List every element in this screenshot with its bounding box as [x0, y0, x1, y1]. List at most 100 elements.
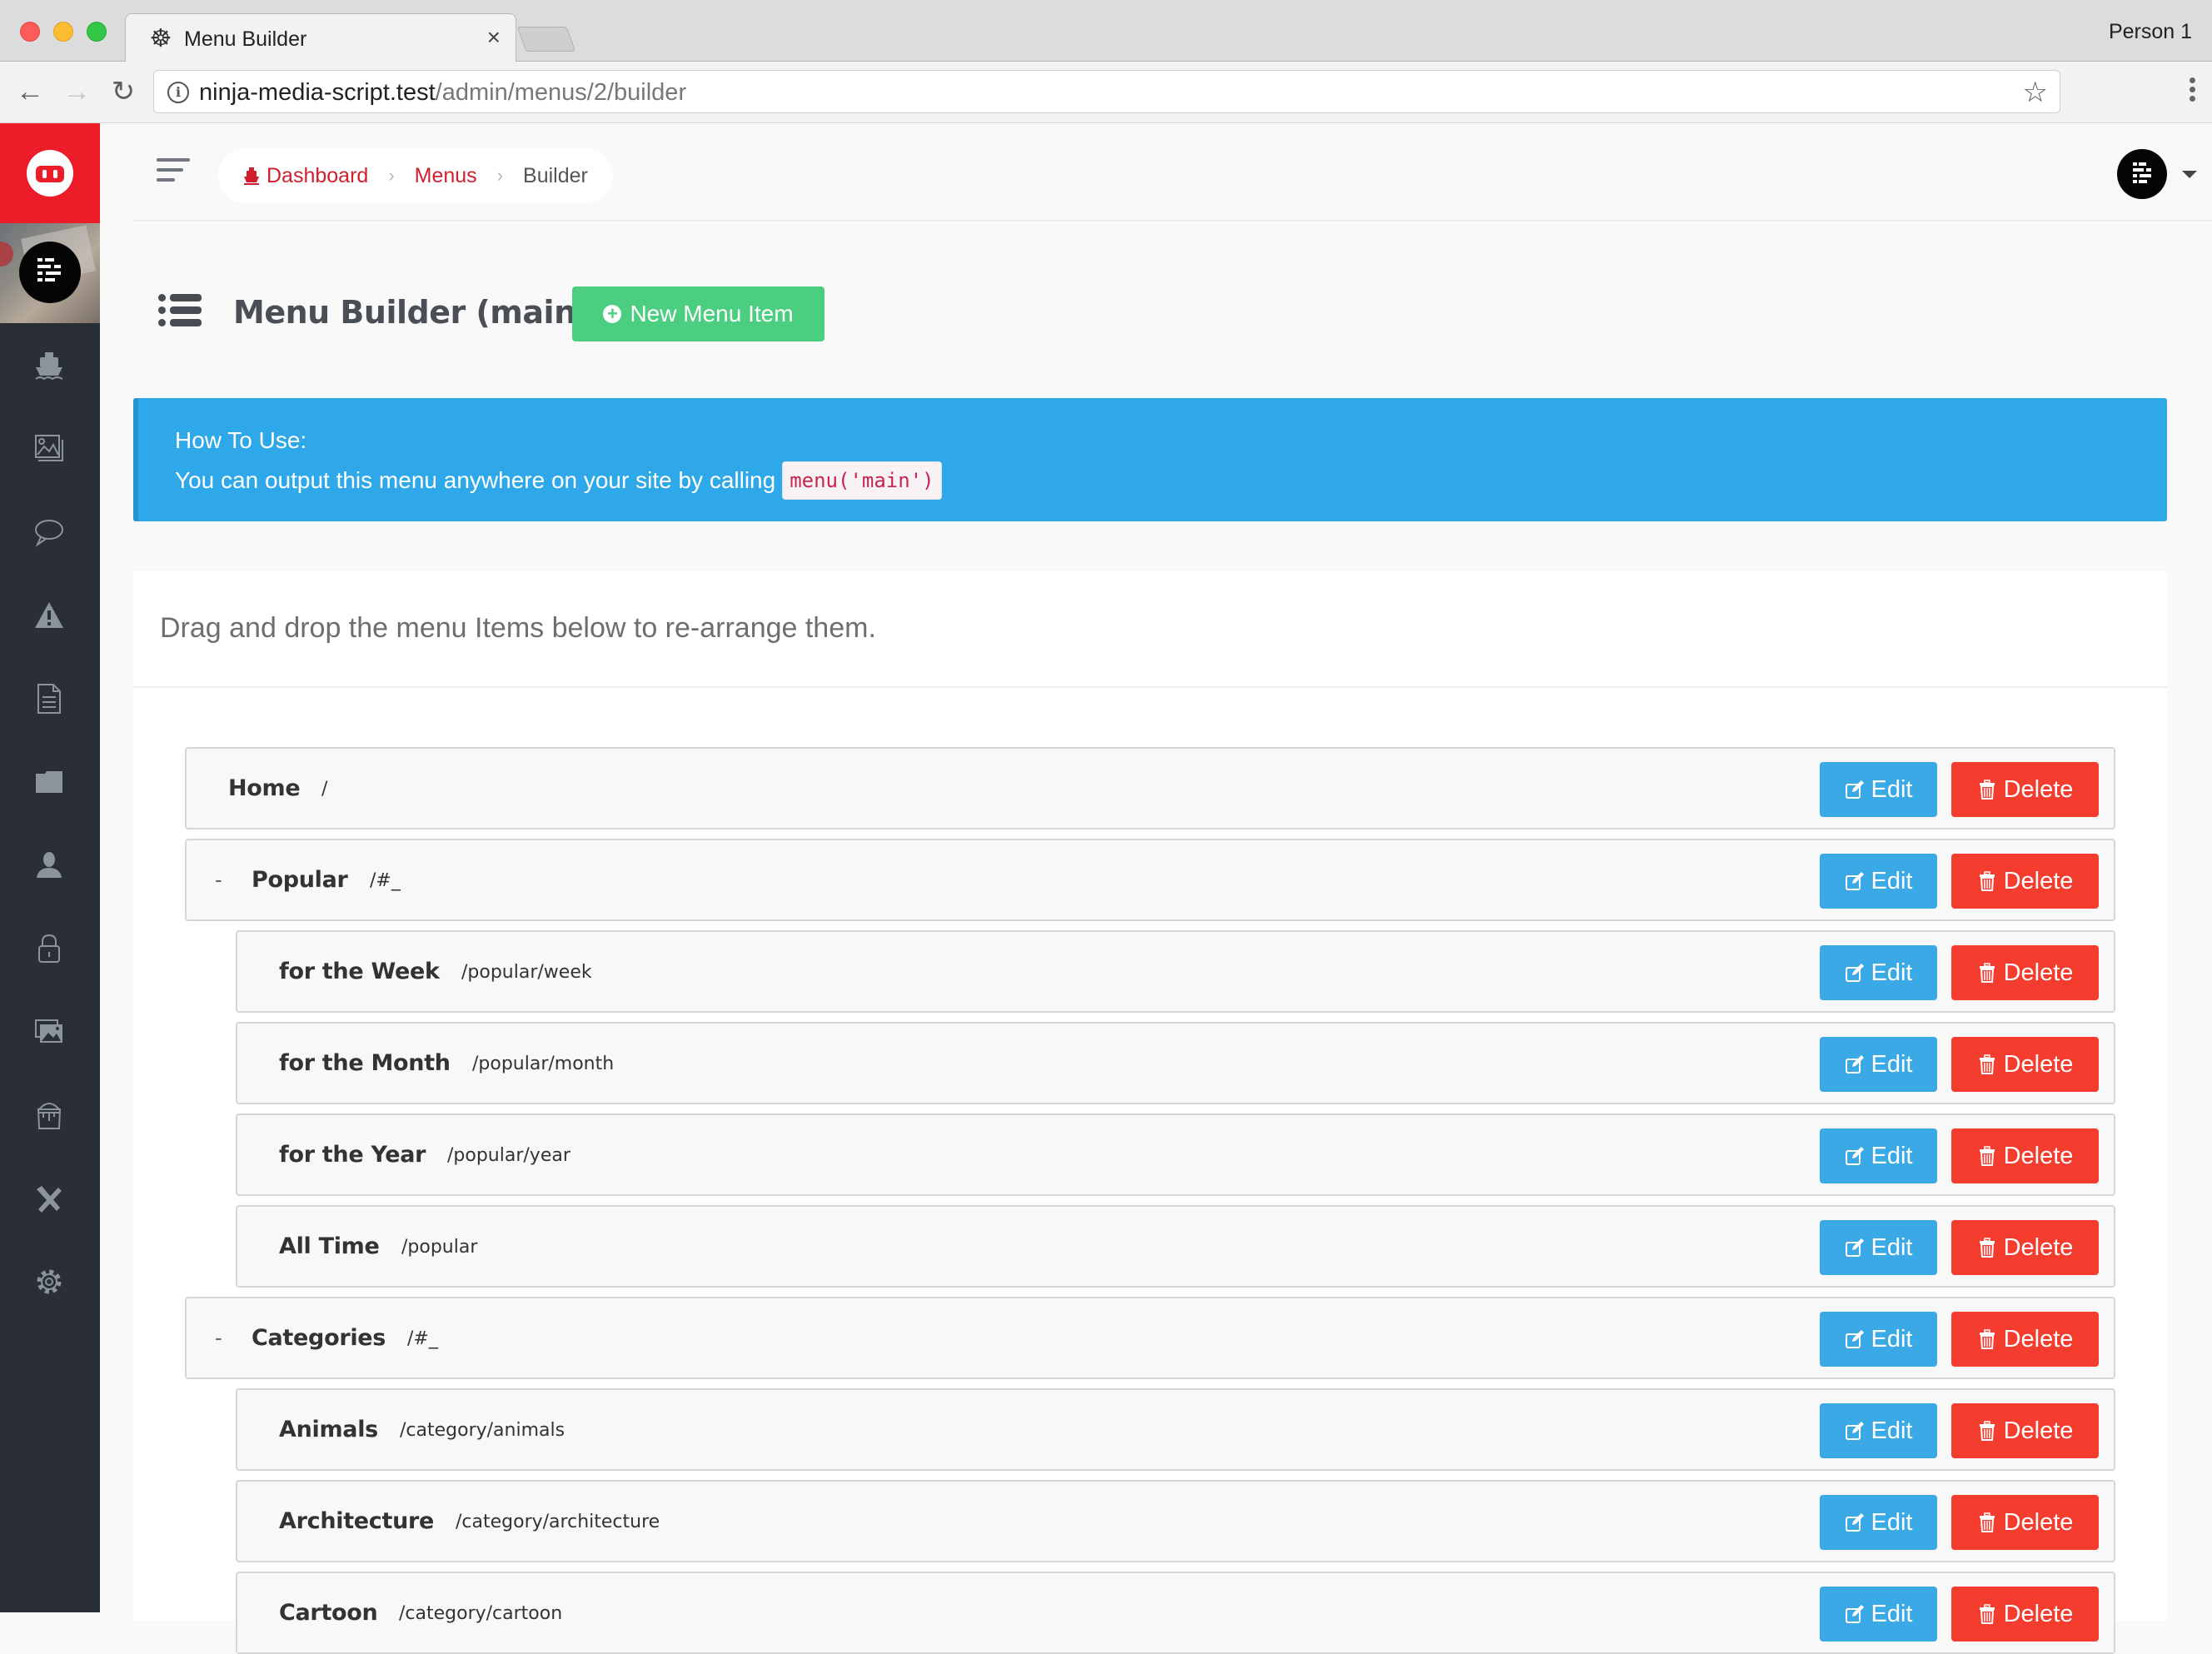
bookmark-star-icon[interactable]: ☆ [2023, 76, 2048, 109]
menu-item-row-categories[interactable]: - Categories /#_ Edit Delete [185, 1297, 2115, 1379]
breadcrumb-separator-icon: › [388, 165, 395, 186]
menu-item-row-all-time[interactable]: All Time /popular Edit Delete [236, 1205, 2115, 1288]
sidebar-item-dashboard[interactable] [0, 325, 100, 408]
sidebar-toggle-icon[interactable] [157, 158, 190, 183]
helm-icon: ☸ [149, 25, 172, 52]
menu-item-title: Cartoon [279, 1600, 378, 1626]
trash-icon [1979, 1238, 1995, 1258]
back-arrow-icon[interactable]: ← [13, 75, 47, 108]
new-menu-item-button[interactable]: + New Menu Item [572, 286, 825, 341]
edit-icon [1845, 1055, 1864, 1074]
menu-builder-panel: Drag and drop the menu Items below to re… [133, 571, 2167, 1654]
trash-icon [1979, 1054, 1995, 1074]
sidebar-item-categories[interactable] [0, 741, 100, 825]
how-to-use-alert: How To Use: You can output this menu any… [133, 398, 2167, 521]
sidebar-item-tools[interactable] [0, 1158, 100, 1241]
info-icon[interactable]: i [167, 82, 189, 103]
menu-item-title: All Time [279, 1233, 380, 1259]
menu-item-row-home[interactable]: Home / Edit Delete [185, 747, 2115, 829]
chat-bubble-icon [35, 520, 63, 547]
delete-button[interactable]: Delete [1951, 762, 2099, 817]
menu-item-url: /category/cartoon [399, 1603, 563, 1624]
edit-icon [1845, 872, 1864, 890]
trash-icon [1979, 1421, 1995, 1441]
delete-button[interactable]: Delete [1951, 1037, 2099, 1092]
maximize-window-button[interactable] [87, 22, 107, 42]
url-text[interactable]: ninja-media-script.test/admin/menus/2/bu… [199, 78, 686, 107]
menu-item-title: Popular [252, 867, 348, 893]
menu-item-row-for-the-week[interactable]: for the Week /popular/week Edit Delete [236, 930, 2115, 1013]
menu-item-url: /#_ [407, 1328, 438, 1349]
browser-menu-icon[interactable] [2184, 75, 2200, 108]
sidebar-item-settings[interactable] [0, 1241, 100, 1324]
edit-button[interactable]: Edit [1820, 762, 1937, 817]
user-dropdown-caret-icon[interactable] [2182, 171, 2197, 178]
edit-icon [1845, 1605, 1864, 1623]
delete-button[interactable]: Delete [1951, 1312, 2099, 1367]
minimize-window-button[interactable] [53, 22, 73, 42]
trash-icon [1979, 1512, 1995, 1532]
sidebar-item-reports[interactable] [0, 575, 100, 658]
sidebar-item-gallery[interactable] [0, 991, 100, 1074]
sidebar-item-themes[interactable] [0, 1074, 100, 1158]
breadcrumb-menus[interactable]: Menus [415, 164, 477, 188]
edit-button[interactable]: Edit [1820, 1403, 1937, 1458]
delete-button[interactable]: Delete [1951, 1495, 2099, 1550]
reload-icon[interactable]: ↻ [107, 75, 140, 108]
close-tab-icon[interactable]: × [487, 24, 501, 51]
edit-button[interactable]: Edit [1820, 945, 1937, 1000]
logo-link[interactable] [0, 123, 100, 223]
ninja-mask-logo [27, 150, 73, 197]
sidebar-item-pages[interactable] [0, 658, 100, 741]
edit-button[interactable]: Edit [1820, 1128, 1937, 1183]
folder-icon [36, 771, 62, 793]
breadcrumb-dashboard[interactable]: Dashboard [243, 164, 368, 188]
menu-item-url: /category/animals [400, 1420, 565, 1441]
forward-arrow-icon[interactable]: → [60, 75, 93, 108]
edit-button[interactable]: Edit [1820, 1495, 1937, 1550]
delete-button[interactable]: Delete [1951, 1128, 2099, 1183]
delete-button[interactable]: Delete [1951, 1403, 2099, 1458]
menu-item-url: /popular [401, 1237, 478, 1258]
menu-item-row-for-the-month[interactable]: for the Month /popular/month Edit Delete [236, 1022, 2115, 1104]
menu-item-title: Animals [279, 1417, 378, 1442]
delete-button[interactable]: Delete [1951, 854, 2099, 909]
browser-tab[interactable]: ☸ Menu Builder × [125, 13, 516, 62]
menu-item-row-architecture[interactable]: Architecture /category/architecture Edit… [236, 1480, 2115, 1562]
sidebar-user-panel[interactable] [0, 223, 100, 323]
edit-button[interactable]: Edit [1820, 1587, 1937, 1642]
trash-icon [1979, 1604, 1995, 1624]
delete-button[interactable]: Delete [1951, 1587, 2099, 1642]
menu-item-url: /popular/week [461, 962, 592, 983]
menu-item-row-animals[interactable]: Animals /category/animals Edit Delete [236, 1388, 2115, 1471]
edit-icon [1845, 780, 1864, 799]
collapse-toggle[interactable]: - [215, 1323, 222, 1352]
menu-item-row-for-the-year[interactable]: for the Year /popular/year Edit Delete [236, 1113, 2115, 1196]
collapse-toggle[interactable]: - [215, 865, 222, 894]
address-bar[interactable]: i ninja-media-script.test/admin/menus/2/… [153, 70, 2060, 113]
menu-item-row-popular[interactable]: - Popular /#_ Edit Delete [185, 839, 2115, 921]
sidebar-item-users[interactable] [0, 825, 100, 908]
menu-item-title: for the Year [279, 1142, 426, 1168]
sidebar-item-roles[interactable] [0, 908, 100, 991]
image-icon [35, 435, 63, 461]
edit-button[interactable]: Edit [1820, 1037, 1937, 1092]
sidebar-item-comments[interactable] [0, 491, 100, 575]
edit-button[interactable]: Edit [1820, 1220, 1937, 1275]
close-window-button[interactable] [20, 22, 40, 42]
menu-item-title: Categories [252, 1325, 386, 1351]
browser-toolbar: ← → ↻ i ninja-media-script.test/admin/me… [0, 62, 2212, 123]
panel-heading: Drag and drop the menu Items below to re… [160, 612, 876, 644]
delete-button[interactable]: Delete [1951, 1220, 2099, 1275]
sidebar-item-media[interactable] [0, 408, 100, 491]
new-tab-button[interactable] [516, 27, 576, 52]
edit-button[interactable]: Edit [1820, 1312, 1937, 1367]
menu-item-row-cartoon[interactable]: Cartoon /category/cartoon Edit Delete [236, 1572, 2115, 1654]
paint-bucket-icon [37, 1103, 62, 1129]
alert-text: You can output this menu anywhere on you… [175, 461, 942, 500]
breadcrumb: Dashboard › Menus › Builder [218, 148, 613, 203]
profile-name[interactable]: Person 1 [2109, 18, 2192, 45]
edit-button[interactable]: Edit [1820, 854, 1937, 909]
delete-button[interactable]: Delete [1951, 945, 2099, 1000]
user-avatar[interactable] [2117, 149, 2167, 199]
